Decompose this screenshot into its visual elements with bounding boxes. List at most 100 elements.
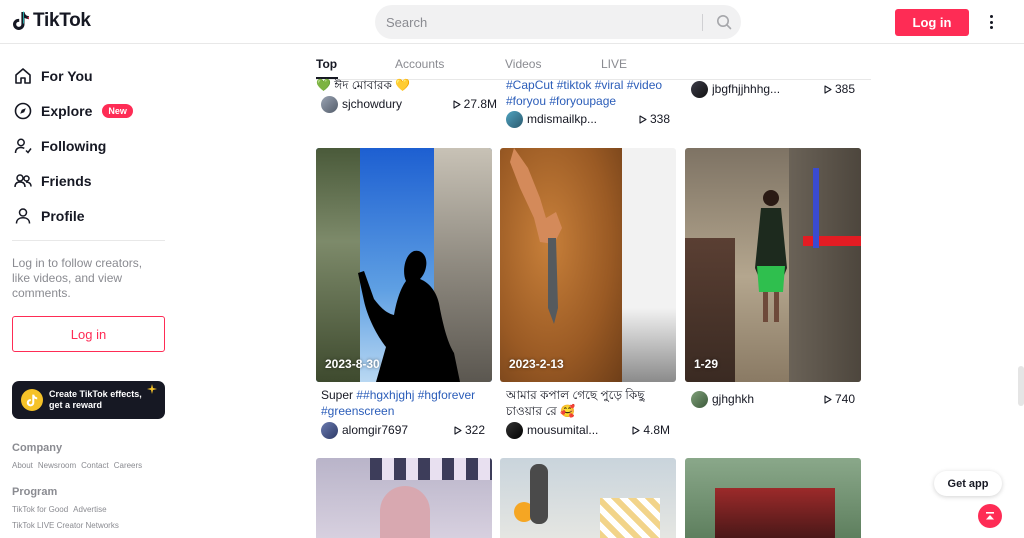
view-count-value: 322: [464, 423, 485, 437]
home-icon: [13, 66, 33, 86]
red-railing: [803, 236, 861, 246]
tab-accounts[interactable]: Accounts: [395, 57, 444, 71]
profile-icon: [13, 206, 33, 226]
video-author-row: alomgir7697 322: [321, 421, 485, 439]
avatar[interactable]: [691, 80, 708, 98]
nav-friends[interactable]: Friends: [13, 169, 92, 193]
arrow-up-icon: [986, 512, 994, 520]
video-caption[interactable]: আমার কপাল গেছে পুড়ে কিছু চাওয়ার রে 🥰: [506, 387, 670, 419]
compass-icon: [13, 101, 33, 121]
birthday-banner: [370, 458, 492, 480]
new-badge: New: [102, 104, 133, 118]
nav-for-you[interactable]: For You: [13, 64, 93, 88]
author-name[interactable]: sjchowdury: [342, 97, 453, 111]
search-divider: [702, 14, 703, 31]
friends-icon: [13, 171, 33, 191]
view-count: 27.8M: [453, 97, 497, 111]
nav-label: For You: [41, 68, 93, 84]
nav-label: Profile: [41, 208, 85, 224]
footer-link-tiktok-for-good[interactable]: TikTok for Good: [12, 505, 68, 514]
avatar[interactable]: [321, 421, 338, 439]
caption-text: Super: [321, 388, 357, 402]
sidebar: For You Explore New Following Friends Pr…: [0, 44, 176, 533]
video-date-label: 2023-8-30: [325, 357, 380, 371]
video-thumbnail[interactable]: 2023-8-30: [316, 148, 492, 382]
footer-link-live-creator-networks[interactable]: TikTok LIVE Creator Networks: [12, 521, 119, 530]
login-hint-text: Log in to follow creators, like videos, …: [12, 256, 143, 300]
face-shape: [380, 486, 430, 538]
sparkle-icon: [147, 384, 157, 394]
author-name[interactable]: gjhghkh: [712, 392, 824, 406]
video-thumbnail[interactable]: 1-29: [685, 148, 861, 382]
effects-text: Create TikTok effects, get a reward: [49, 389, 142, 411]
thumb-trees-right: [789, 148, 861, 382]
view-count-value: 4.8M: [643, 423, 670, 437]
search-icon: [717, 15, 732, 30]
search-input[interactable]: [386, 5, 696, 39]
view-count: 322: [454, 423, 485, 437]
logo-wordmark: TikTok: [33, 10, 91, 31]
get-app-button[interactable]: Get app: [934, 471, 1002, 496]
play-icon: [453, 99, 461, 109]
effects-line-1: Create TikTok effects,: [49, 389, 142, 399]
sidebar-login-button[interactable]: Log in: [12, 316, 165, 352]
play-icon: [824, 84, 832, 94]
footer-link-advertise[interactable]: Advertise: [73, 505, 106, 514]
play-icon: [639, 114, 647, 124]
author-name[interactable]: alomgir7697: [342, 423, 454, 437]
play-icon: [632, 425, 640, 435]
video-caption[interactable]: #CapCut #tiktok #viral #video #foryou #f…: [506, 77, 676, 109]
view-count-value: 338: [649, 112, 670, 126]
avatar[interactable]: [506, 421, 523, 439]
person-figure: [530, 464, 548, 524]
video-thumbnail[interactable]: 2023-2-13: [500, 148, 676, 382]
author-name[interactable]: mousumital...: [527, 423, 632, 437]
avatar[interactable]: [506, 110, 523, 128]
footer-link-about[interactable]: About: [12, 461, 33, 470]
video-author-row: gjhghkh 740: [691, 390, 855, 408]
nav-profile[interactable]: Profile: [13, 204, 85, 228]
tab-live[interactable]: LIVE: [601, 57, 627, 71]
footer-link-careers[interactable]: Careers: [114, 461, 142, 470]
tab-top[interactable]: Top: [316, 57, 337, 71]
play-icon: [454, 425, 462, 435]
footer-link-newsroom[interactable]: Newsroom: [38, 461, 76, 470]
tiktok-logo-icon: [13, 11, 29, 30]
scroll-to-top-button[interactable]: [978, 504, 1002, 528]
nav-label: Friends: [41, 173, 92, 189]
tiktok-logo[interactable]: TikTok: [12, 10, 91, 32]
avatar[interactable]: [321, 95, 338, 113]
video-thumbnail[interactable]: [685, 458, 861, 538]
footer-company-heading: Company: [12, 442, 63, 454]
nav-label: Following: [41, 138, 107, 154]
create-effects-banner[interactable]: Create TikTok effects, get a reward: [12, 381, 165, 419]
search-button[interactable]: [707, 5, 741, 39]
thumb-white-fade: [622, 308, 676, 382]
search-tabs: Top Accounts Videos LIVE: [316, 44, 871, 80]
girl-figure: [755, 190, 787, 322]
hand-holding-knife: [510, 148, 562, 324]
video-author-row: mdismailkp... 338: [506, 110, 670, 128]
author-name[interactable]: mdismailkp...: [527, 112, 639, 126]
sidebar-divider: [12, 240, 165, 241]
video-thumbnail[interactable]: [316, 458, 492, 538]
nav-following[interactable]: Following: [13, 134, 106, 158]
author-name[interactable]: jbgfhjjhhhg...: [712, 82, 824, 96]
more-menu-icon[interactable]: [983, 13, 999, 31]
view-count: 385: [824, 82, 855, 96]
footer-program-links: TikTok for Good Advertise: [12, 505, 107, 514]
footer-link-contact[interactable]: Contact: [81, 461, 109, 470]
top-header: TikTok Log in: [0, 0, 1024, 44]
tab-videos[interactable]: Videos: [505, 57, 541, 71]
header-login-button[interactable]: Log in: [895, 9, 969, 36]
video-author-row: jbgfhjjhhhg... 385: [691, 80, 855, 98]
view-count-value: 27.8M: [463, 97, 497, 111]
video-date-label: 1-29: [694, 357, 719, 371]
avatar[interactable]: [691, 390, 708, 408]
video-caption[interactable]: Super ##hgxhjghj #hgforever #greenscreen: [321, 387, 491, 419]
video-caption[interactable]: 💚 ঈদ মোবারক 💛: [316, 77, 492, 93]
nav-explore[interactable]: Explore New: [13, 99, 133, 123]
video-author-row: sjchowdury 27.8M: [321, 95, 497, 113]
page-scrollbar[interactable]: [1018, 366, 1024, 406]
video-thumbnail[interactable]: [500, 458, 676, 538]
